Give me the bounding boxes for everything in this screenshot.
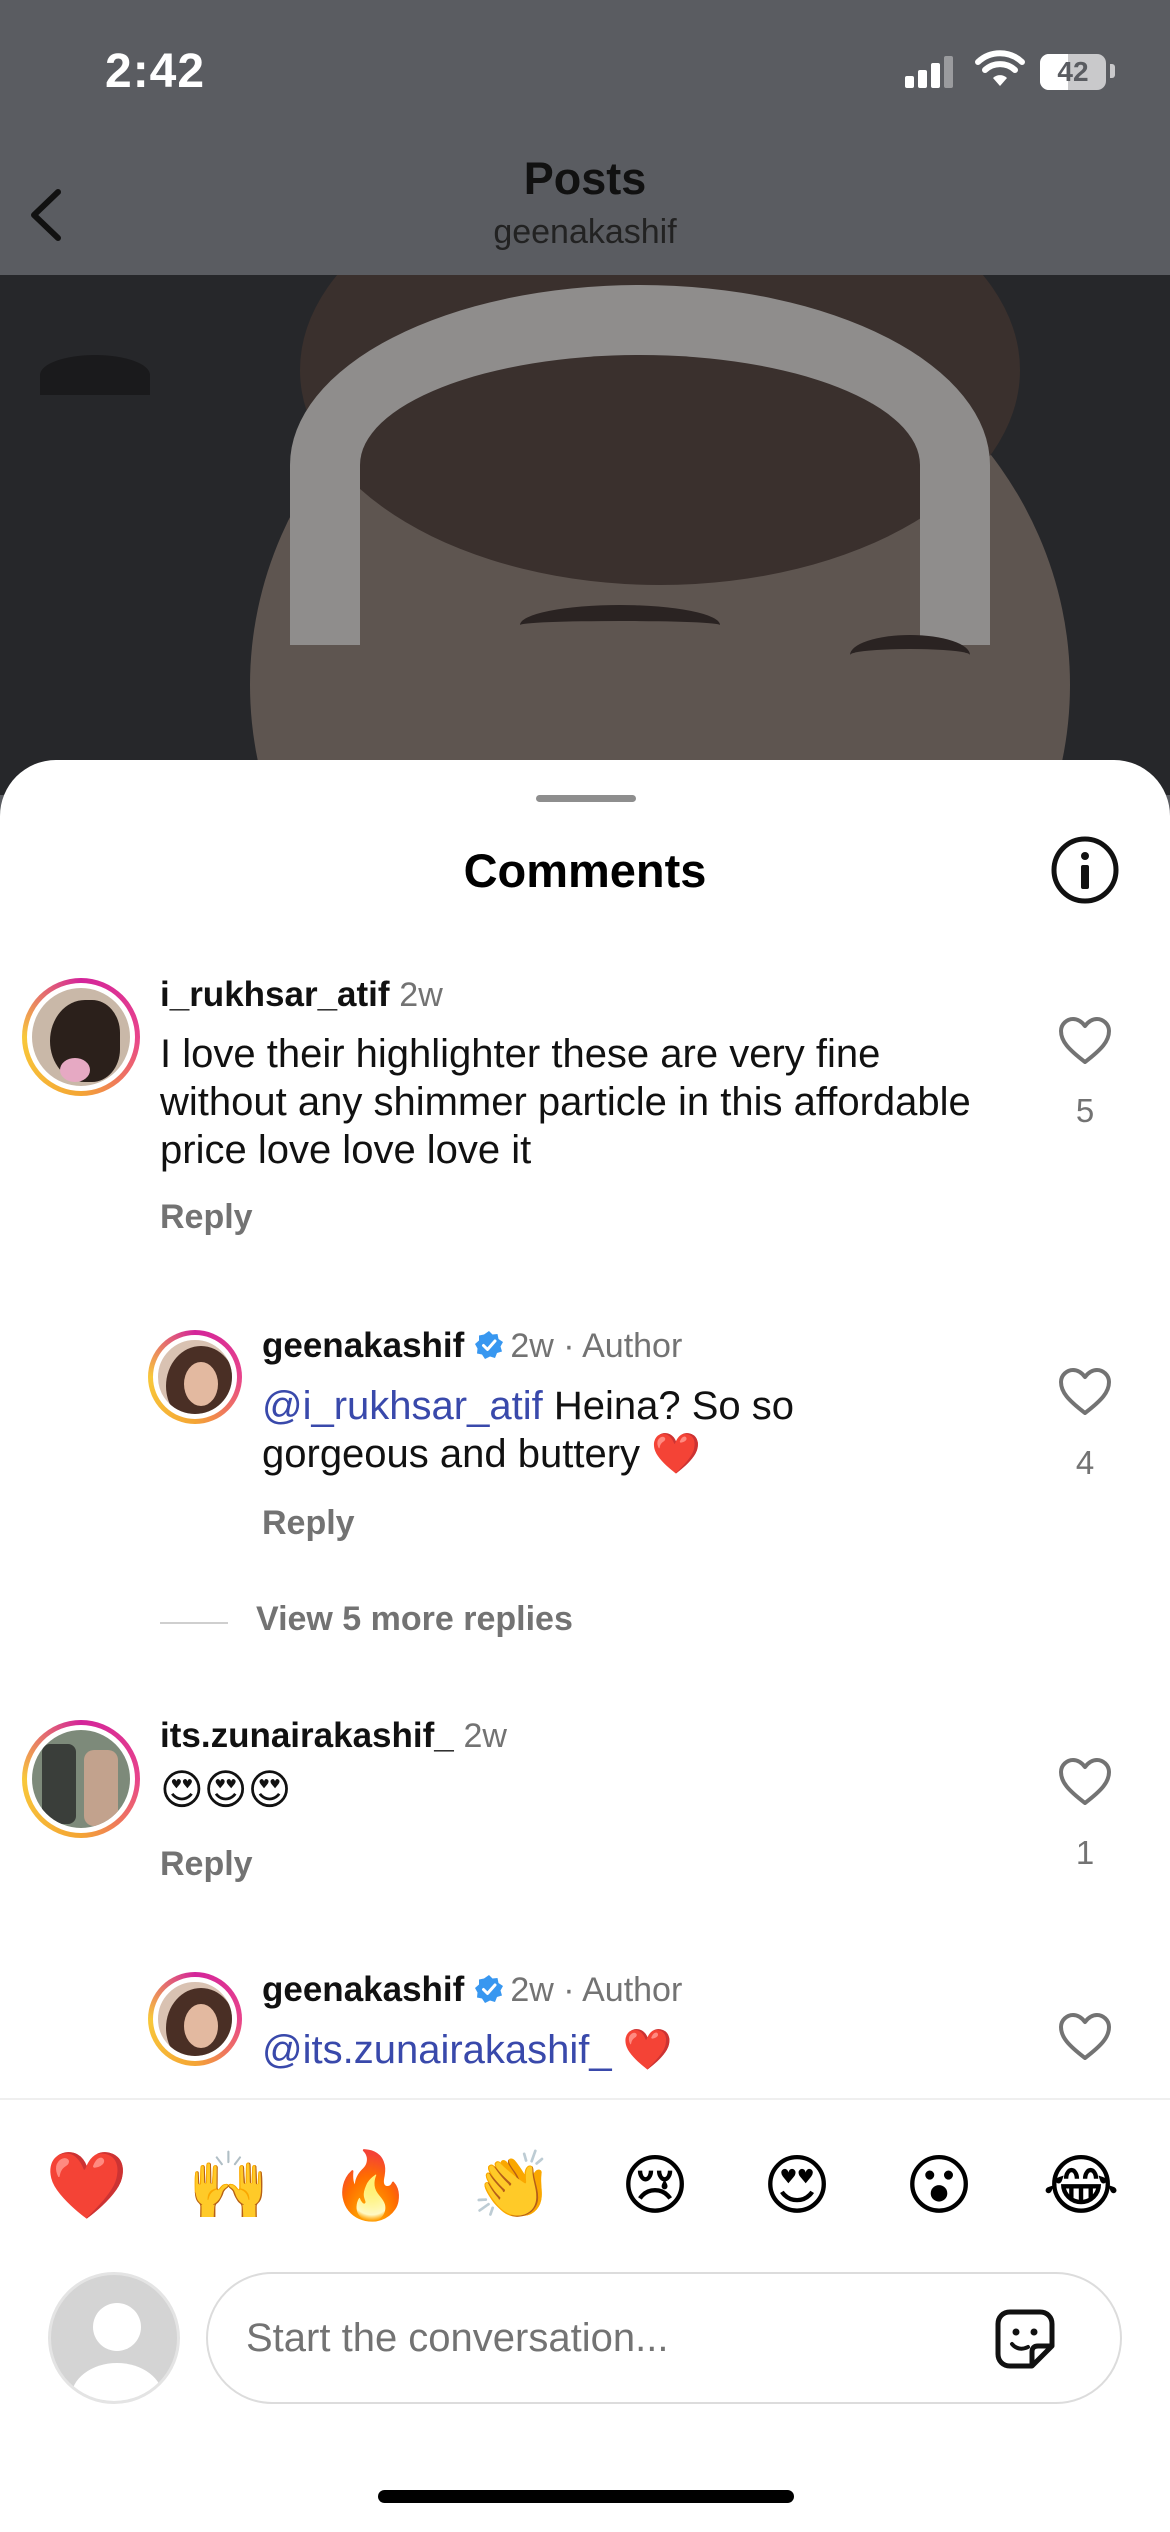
- like-count[interactable]: 5: [1055, 1092, 1115, 1130]
- comment-username[interactable]: geenakashif 2w · Author: [262, 1970, 682, 2010]
- comment-time: 2w: [463, 1717, 507, 1755]
- status-bar: 2:42 42: [0, 0, 1170, 150]
- commenter-avatar[interactable]: [22, 978, 140, 1096]
- comment-text: 😍😍😍: [160, 1766, 292, 1813]
- like-count[interactable]: 4: [1055, 1444, 1115, 1482]
- sheet-title: Comments: [463, 844, 707, 897]
- emoji-clap-button[interactable]: 👏: [468, 2140, 558, 2230]
- comment-username[interactable]: geenakashif 2w · Author: [262, 1326, 682, 1366]
- commenter-avatar[interactable]: [148, 1972, 242, 2066]
- like-count[interactable]: 1: [1055, 1834, 1115, 1872]
- user-avatar: [48, 2272, 180, 2404]
- emoji-laughing-button[interactable]: 😂: [1036, 2140, 1126, 2230]
- comment-text: @i_rukhsar_atif Heina? So so gorgeous an…: [262, 1384, 795, 1476]
- commenter-avatar[interactable]: [22, 1720, 140, 1838]
- verified-badge-icon: [475, 1331, 504, 1359]
- reply-button[interactable]: Reply: [262, 1504, 355, 1543]
- commenter-avatar[interactable]: [148, 1330, 242, 1424]
- like-heart-icon[interactable]: [1058, 1367, 1112, 1417]
- reply-button[interactable]: Reply: [160, 1845, 253, 1884]
- like-heart-icon[interactable]: [1058, 1757, 1112, 1807]
- emoji-raised-hands-button[interactable]: 🙌: [184, 2140, 274, 2230]
- battery-icon: 42: [1040, 54, 1106, 90]
- comment-input-container[interactable]: [206, 2272, 1122, 2404]
- emoji-heart-button[interactable]: ❤️: [42, 2140, 132, 2230]
- comment-time: 2w: [399, 976, 443, 1014]
- comment-input[interactable]: [246, 2274, 946, 2402]
- emoji-fire-button[interactable]: 🔥: [326, 2140, 416, 2230]
- comment-meta: 2w · Author: [510, 1327, 683, 1365]
- battery-level: 42: [1057, 56, 1089, 87]
- page-title: Posts: [523, 153, 647, 204]
- view-more-label[interactable]: View 5 more replies: [256, 1600, 573, 1639]
- status-time: 2:42: [105, 45, 206, 98]
- reply-button[interactable]: Reply: [160, 1198, 253, 1237]
- emoji-surprised-button[interactable]: 😮: [894, 2140, 984, 2230]
- mention-link[interactable]: @i_rukhsar_atif: [262, 1384, 543, 1428]
- verified-badge-icon: [475, 1975, 504, 2003]
- emoji-crying-button[interactable]: 😢: [610, 2140, 700, 2230]
- home-indicator[interactable]: [378, 2490, 794, 2503]
- sticker-icon[interactable]: [988, 2302, 1062, 2376]
- mention-link[interactable]: @its.zunairakashif_: [262, 2028, 612, 2072]
- comment-text: @its.zunairakashif_ ❤️: [262, 2028, 673, 2072]
- wifi-icon: [975, 50, 1025, 86]
- battery-tip: [1110, 64, 1115, 78]
- quick-reaction-bar: ❤️ 🙌 🔥 👏 😢 😍 😮 😂: [0, 2140, 1170, 2230]
- emoji-heart-eyes-button[interactable]: 😍: [752, 2140, 842, 2230]
- info-icon[interactable]: [1050, 835, 1120, 905]
- post-image[interactable]: [0, 275, 1170, 795]
- like-heart-icon[interactable]: [1058, 2012, 1112, 2062]
- sheet-grabber[interactable]: [536, 795, 636, 802]
- comment-meta: 2w · Author: [510, 1971, 683, 2009]
- page-subtitle: geenakashif: [493, 213, 677, 251]
- like-heart-icon[interactable]: [1058, 1016, 1112, 1066]
- cellular-signal-icon: [905, 56, 955, 88]
- comment-username[interactable]: its.zunairakashif_ 2w: [160, 1716, 507, 1756]
- comment-username[interactable]: i_rukhsar_atif 2w: [160, 975, 443, 1015]
- comment-text: I love their highlighter these are very …: [160, 1032, 971, 1172]
